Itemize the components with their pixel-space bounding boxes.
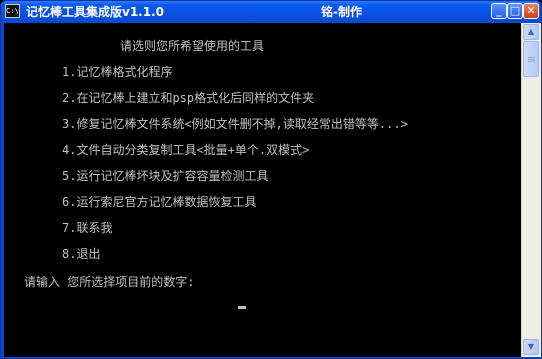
grip-line	[528, 59, 535, 60]
menu-heading: 请选则您所希望使用的工具	[120, 39, 265, 53]
window-title: 记忆棒工具集成版v1.1.0	[26, 5, 164, 19]
vertical-scrollbar[interactable]: ▲ ▼	[521, 23, 541, 357]
input-prompt: 请输入 您所选择项目前的数字:	[24, 275, 195, 289]
scroll-up-button[interactable]: ▲	[523, 24, 539, 40]
menu-item-2: 2.在记忆棒上建立和psp格式化后同样的文件夹	[62, 91, 315, 105]
title-bar[interactable]: C:\ 记忆棒工具集成版v1.1.0 铭-制作 _ □ ✕	[1, 1, 541, 23]
grip-line	[528, 57, 535, 58]
minimize-button[interactable]: _	[491, 3, 507, 19]
scroll-down-button[interactable]: ▼	[523, 339, 539, 355]
console-output[interactable]: 请选则您所希望使用的工具 1.记忆棒格式化程序 2.在记忆棒上建立和psp格式化…	[4, 23, 521, 357]
close-button[interactable]: ✕	[523, 3, 539, 19]
menu-item-7: 7.联系我	[62, 221, 113, 235]
console-window: C:\ 记忆棒工具集成版v1.1.0 铭-制作 _ □ ✕ 请选则您所希望使用的…	[0, 0, 542, 359]
text-cursor	[238, 306, 246, 309]
window-author: 铭-制作	[321, 5, 362, 19]
menu-item-6: 6.运行索尼官方记忆棒数据恢复工具	[62, 195, 257, 209]
menu-item-4: 4.文件自动分类复制工具<批量+单个.双模式>	[62, 143, 310, 157]
scroll-thumb[interactable]	[523, 41, 539, 77]
console-app-icon[interactable]: C:\	[5, 4, 20, 18]
menu-item-1: 1.记忆棒格式化程序	[62, 65, 173, 79]
menu-item-3: 3.修复记忆棒文件系统<例如文件删不掉,读取经常出错等等...>	[62, 117, 408, 131]
menu-item-8: 8.退出	[62, 247, 101, 261]
maximize-button[interactable]: □	[507, 3, 523, 19]
menu-item-5: 5.运行记忆棒坏块及扩容容量检测工具	[62, 169, 269, 183]
grip-line	[528, 61, 535, 62]
